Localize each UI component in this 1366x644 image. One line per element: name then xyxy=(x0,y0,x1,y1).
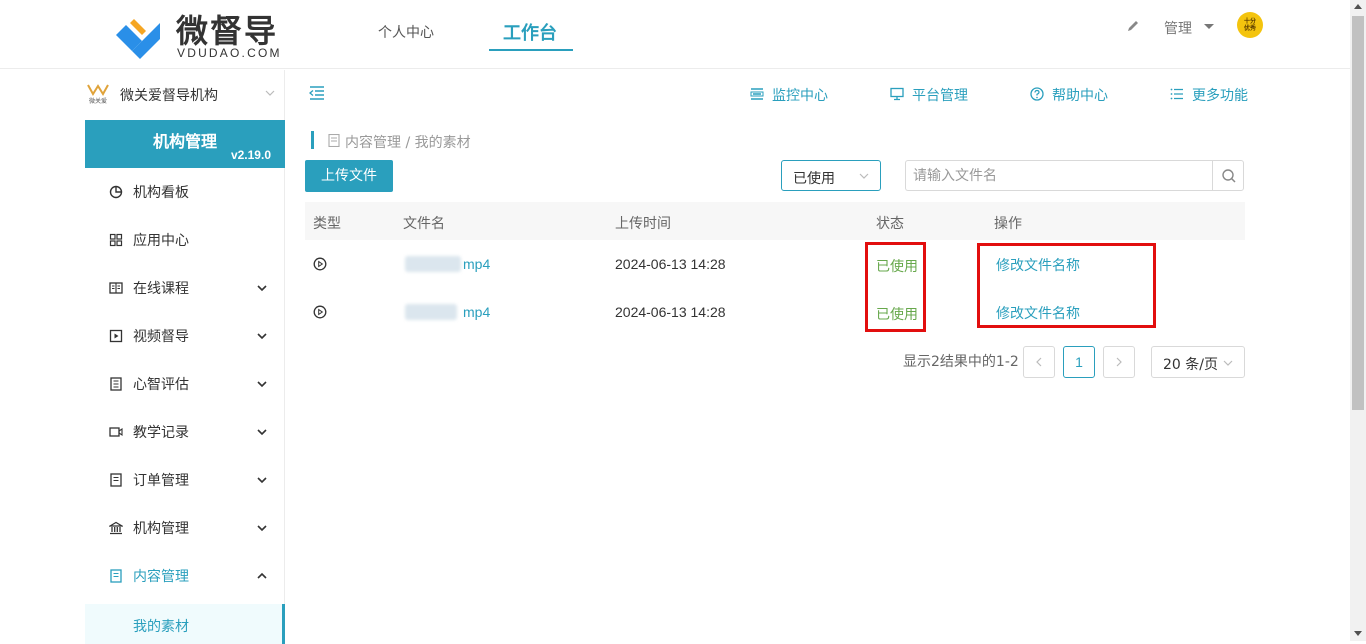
pagination-summary: 显示2结果中的1-2 xyxy=(903,354,1019,370)
sidebar-item-label: 应用中心 xyxy=(133,233,189,249)
logo-subtitle: VDUDAO.COM xyxy=(177,46,282,60)
monitor-list-icon xyxy=(750,88,764,100)
sidebar-item-dashboard[interactable]: 机构看板 xyxy=(85,168,284,216)
sidebar-item-mind-assessment[interactable]: 心智评估 xyxy=(85,360,284,408)
org-banner: 机构管理 v2.19.0 xyxy=(85,120,285,168)
org-name[interactable]: 微关爱督导机构 xyxy=(120,85,218,105)
active-tab-indicator xyxy=(489,49,573,51)
filename-redacted xyxy=(405,256,461,272)
pagination-next-button[interactable] xyxy=(1103,346,1135,378)
list-icon xyxy=(1170,88,1183,100)
sidebar-item-order-management[interactable]: 订单管理 xyxy=(85,456,284,504)
sidebar-item-app-center[interactable]: 应用中心 xyxy=(85,216,284,264)
sidebar-item-content-management[interactable]: 内容管理 xyxy=(85,552,284,600)
sidebar-subitem-my-materials[interactable]: 我的素材 xyxy=(85,604,285,644)
upload-file-button[interactable]: 上传文件 xyxy=(305,160,393,192)
version-label: v2.19.0 xyxy=(230,148,271,162)
pencil-icon[interactable] xyxy=(1126,19,1140,33)
sidebar-item-label: 机构看板 xyxy=(133,185,189,201)
highlight-box-actions xyxy=(977,243,1156,328)
sidebar-item-video-supervision[interactable]: 视频督导 xyxy=(85,312,284,360)
chevron-down-icon[interactable] xyxy=(257,475,267,485)
highlight-box-status xyxy=(865,242,926,332)
sidebar-item-label: 内容管理 xyxy=(133,569,189,585)
sidebar-item-label: 教学记录 xyxy=(133,425,189,441)
chevron-down-icon[interactable] xyxy=(257,523,267,533)
sidebar-item-label: 在线课程 xyxy=(133,281,189,297)
book-icon xyxy=(109,282,123,294)
status-filter-select[interactable]: 已使用 xyxy=(781,160,881,191)
tab-personal-center[interactable]: 个人中心 xyxy=(378,22,434,52)
document-icon xyxy=(328,134,340,147)
grid-icon xyxy=(109,233,123,247)
play-square-icon xyxy=(109,329,123,343)
chevron-down-icon[interactable] xyxy=(257,331,267,341)
sidebar-item-label: 视频督导 xyxy=(133,329,189,345)
video-camera-icon xyxy=(109,427,123,437)
chevron-right-icon xyxy=(1116,357,1122,367)
document-icon xyxy=(110,473,122,487)
table-header: 类型 文件名 上传时间 状态 操作 xyxy=(305,202,1245,240)
sidebar-item-label: 机构管理 xyxy=(133,521,189,537)
breadcrumb: 内容管理 / 我的素材 xyxy=(345,135,471,151)
svg-text:微关爱: 微关爱 xyxy=(89,97,107,105)
search-button[interactable] xyxy=(1212,160,1244,191)
sidebar-subitem-label: 我的素材 xyxy=(133,619,189,635)
desktop-icon xyxy=(890,87,904,101)
logo-icon[interactable] xyxy=(112,9,164,61)
chevron-down-icon[interactable] xyxy=(257,379,267,389)
play-circle-icon xyxy=(313,305,327,319)
column-header-filename: 文件名 xyxy=(403,216,445,232)
document-icon xyxy=(110,569,122,583)
chevron-down-icon[interactable] xyxy=(265,88,275,98)
sidebar-item-online-course[interactable]: 在线课程 xyxy=(85,264,284,312)
top-header: 微督导 VDUDAO.COM 个人中心 工作台 管理 十分 优秀 xyxy=(0,0,1350,69)
file-name-link[interactable]: mp4 xyxy=(463,256,490,272)
column-header-type: 类型 xyxy=(313,216,341,232)
chevron-down-icon[interactable] xyxy=(257,283,267,293)
chevron-left-icon xyxy=(1036,357,1042,367)
sidebar-item-org-management[interactable]: 机构管理 xyxy=(85,504,284,552)
chevron-down-icon xyxy=(1223,360,1233,366)
column-header-actions: 操作 xyxy=(994,216,1022,232)
chevron-up-icon[interactable] xyxy=(257,571,267,581)
bank-icon xyxy=(109,521,123,535)
scrollbar-thumb[interactable] xyxy=(1352,16,1364,410)
page-size-select[interactable]: 20 条/页 xyxy=(1151,346,1245,378)
org-logo-icon: 微关爱 xyxy=(87,84,109,105)
upload-time: 2024-06-13 14:28 xyxy=(615,304,726,320)
sidebar-item-label: 心智评估 xyxy=(133,377,189,393)
chevron-down-icon[interactable] xyxy=(257,427,267,437)
avatar[interactable]: 十分 优秀 xyxy=(1237,12,1263,38)
tab-workbench[interactable]: 工作台 xyxy=(503,19,557,49)
status-filter-value: 已使用 xyxy=(793,171,835,187)
menu-collapse-icon[interactable] xyxy=(309,86,325,100)
play-circle-icon xyxy=(313,257,327,271)
file-name-link[interactable]: mp4 xyxy=(463,304,490,320)
filename-redacted xyxy=(405,304,457,320)
scroll-down-arrow-icon[interactable] xyxy=(1354,631,1362,636)
admin-menu[interactable]: 管理 xyxy=(1164,18,1192,38)
chevron-down-icon xyxy=(859,173,869,179)
filename-search-input[interactable] xyxy=(905,160,1213,191)
column-header-upload-time: 上传时间 xyxy=(615,216,671,232)
sidebar-item-teaching-records[interactable]: 教学记录 xyxy=(85,408,284,456)
pagination-page-current[interactable]: 1 xyxy=(1063,346,1095,378)
caret-down-icon[interactable] xyxy=(1204,24,1214,29)
pagination-prev-button[interactable] xyxy=(1023,346,1055,378)
question-circle-icon xyxy=(1030,87,1044,101)
upload-time: 2024-06-13 14:28 xyxy=(615,256,726,272)
column-header-status: 状态 xyxy=(876,216,904,232)
file-list-icon xyxy=(110,377,122,391)
page-size-value: 20 条/页 xyxy=(1163,357,1218,373)
sidebar-item-label: 订单管理 xyxy=(133,473,189,489)
breadcrumb-accent-bar xyxy=(311,131,314,149)
pie-chart-icon xyxy=(109,185,123,199)
scroll-up-arrow-icon[interactable] xyxy=(1354,4,1362,9)
search-icon xyxy=(1222,169,1236,183)
